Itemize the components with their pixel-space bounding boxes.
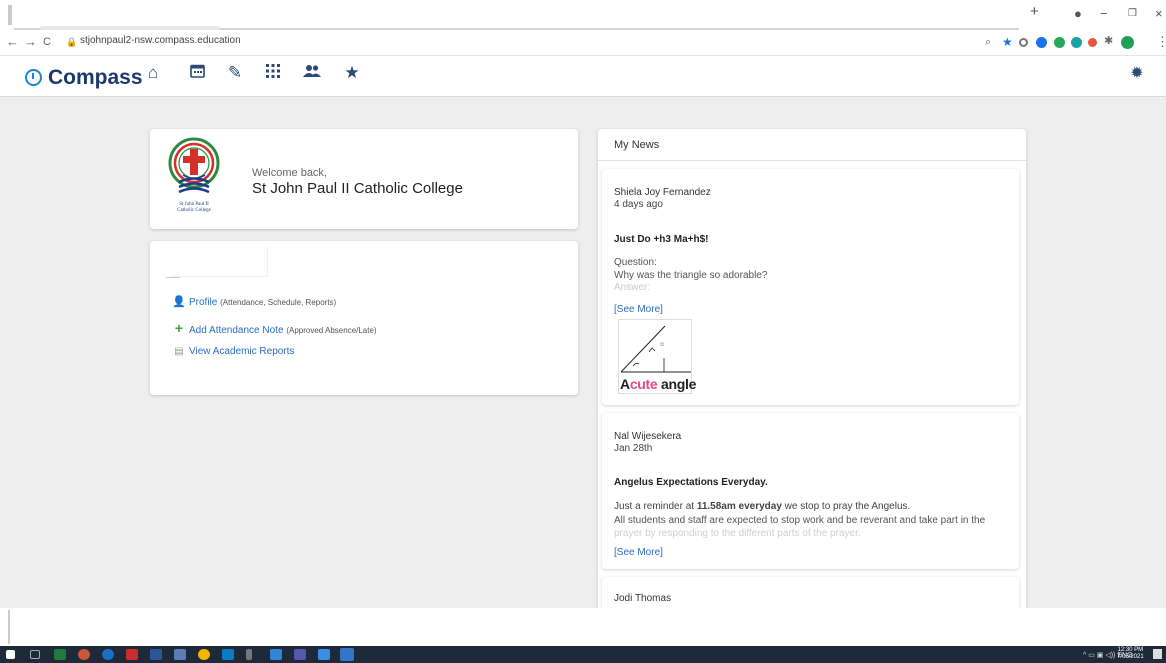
person-icon: 👤 bbox=[172, 296, 186, 308]
image-caption: A bbox=[620, 376, 630, 392]
news-body-line: Answer: bbox=[614, 282, 651, 293]
link-label[interactable]: View Academic Reports bbox=[189, 346, 294, 357]
edge-icon[interactable] bbox=[340, 648, 354, 661]
teams-icon[interactable] bbox=[294, 649, 306, 660]
home-icon[interactable]: ⌂ bbox=[142, 63, 164, 83]
taskbar-clock[interactable]: 12:30 PM 7/05/2021 bbox=[1117, 647, 1144, 661]
news-body-line: Just a reminder at 11.58am everyday we s… bbox=[614, 501, 910, 512]
tray-icons: ^ ▭ ▣ ◁)) bbox=[1083, 652, 1118, 659]
notification-icon[interactable] bbox=[1153, 649, 1162, 659]
news-date: 4 days ago bbox=[614, 199, 663, 210]
news-body-text: Just a reminder at bbox=[614, 501, 697, 512]
news-panel-title: My News bbox=[614, 139, 660, 151]
mail-icon[interactable] bbox=[222, 649, 234, 660]
link-view-academic-reports[interactable]: ▤ View Academic Reports bbox=[172, 346, 294, 357]
link-note: (Approved Absence/Late) bbox=[286, 326, 377, 335]
news-image[interactable]: ☺ Acute angle bbox=[618, 319, 696, 394]
image-caption: cute bbox=[629, 376, 658, 392]
star-icon[interactable]: ★ bbox=[341, 63, 363, 83]
extension-icon[interactable] bbox=[1054, 37, 1065, 48]
plus-icon: + bbox=[174, 320, 184, 336]
start-icon[interactable] bbox=[6, 650, 15, 659]
school-crest-logo: St John Paul II Catholic College bbox=[163, 135, 231, 225]
acrobat-icon[interactable] bbox=[126, 649, 138, 660]
news-author: Nal Wijesekera bbox=[614, 431, 682, 442]
gear-icon[interactable]: ✹ bbox=[1126, 63, 1148, 83]
internet-explorer-icon[interactable] bbox=[102, 649, 114, 660]
zoom-icon[interactable]: ⌕ bbox=[985, 36, 991, 49]
compass-logo-icon bbox=[25, 69, 42, 86]
extension-icon[interactable] bbox=[1088, 38, 1097, 47]
app-icon[interactable] bbox=[174, 649, 186, 660]
app-icon[interactable] bbox=[270, 649, 282, 660]
browser-menu-icon[interactable]: ⋮ bbox=[1156, 34, 1166, 50]
restore-icon[interactable]: ❐ bbox=[1128, 8, 1137, 19]
news-date: Jan 28th bbox=[614, 443, 653, 454]
excel-icon[interactable] bbox=[54, 649, 66, 660]
news-author: Jodi Thomas bbox=[614, 593, 672, 604]
bookmark-star-icon[interactable]: ★ bbox=[1002, 35, 1013, 49]
minimize-icon[interactable]: − bbox=[1100, 6, 1108, 21]
brand-name: Compass bbox=[48, 66, 143, 89]
news-headline: Angelus Expectations Everyday. bbox=[614, 477, 768, 488]
back-button[interactable]: ← bbox=[6, 34, 19, 49]
link-label[interactable]: Add Attendance Note bbox=[189, 325, 284, 336]
link-add-attendance-note[interactable]: + Add Attendance Note (Approved Absence/L… bbox=[172, 320, 377, 336]
app-header bbox=[0, 57, 1166, 97]
grid-icon[interactable] bbox=[262, 63, 284, 83]
extension-icon[interactable] bbox=[1019, 38, 1028, 47]
document-icon: ▤ bbox=[174, 346, 184, 357]
task-view-icon[interactable] bbox=[30, 650, 40, 659]
url-field[interactable]: stjohnpaul2-nsw.compass.education bbox=[80, 35, 241, 46]
image-caption: angle bbox=[657, 376, 697, 392]
link-note: (Attendance, Schedule, Reports) bbox=[220, 298, 337, 307]
app-icon[interactable] bbox=[78, 649, 90, 660]
divider bbox=[598, 160, 1026, 161]
pencil-icon[interactable]: ✎ bbox=[224, 63, 246, 83]
link-profile[interactable]: 👤 Profile (Attendance, Schedule, Reports) bbox=[172, 295, 336, 308]
chrome-icon[interactable] bbox=[198, 649, 210, 660]
news-headline: Just Do +h3 Ma+h$! bbox=[614, 234, 709, 245]
divider bbox=[166, 277, 180, 278]
school-name: St John Paul II Catholic College bbox=[252, 180, 463, 197]
welcome-greeting: Welcome back, bbox=[252, 167, 327, 179]
window-bottom-area bbox=[0, 608, 1166, 646]
word-icon[interactable] bbox=[150, 649, 162, 660]
extension-icon[interactable] bbox=[1036, 37, 1047, 48]
avatar-placeholder bbox=[172, 247, 268, 277]
news-body-line: Why was the triangle so adorable? bbox=[614, 270, 768, 281]
extension-icon[interactable] bbox=[1071, 37, 1082, 48]
lock-icon: 🔒 bbox=[66, 37, 78, 47]
news-body-emphasis: 11.58am everyday bbox=[696, 501, 782, 512]
scroll-edge bbox=[8, 610, 10, 644]
browser-tab[interactable] bbox=[8, 5, 12, 25]
close-icon[interactable]: × bbox=[1155, 6, 1163, 21]
usb-icon[interactable] bbox=[246, 649, 252, 660]
news-body-line: prayer by responding to the different pa… bbox=[614, 528, 861, 539]
photos-icon[interactable] bbox=[318, 649, 330, 660]
svg-text:☺: ☺ bbox=[659, 342, 665, 348]
news-body-line: Question: bbox=[614, 257, 657, 268]
crest-caption: Catholic College bbox=[177, 208, 211, 213]
record-icon[interactable]: ● bbox=[1074, 6, 1082, 21]
profile-avatar[interactable] bbox=[1121, 36, 1134, 49]
see-more-link[interactable]: [See More] bbox=[614, 547, 663, 558]
reload-button[interactable]: C bbox=[43, 36, 51, 48]
link-label[interactable]: Profile bbox=[189, 297, 217, 308]
compass-logo[interactable]: Compass bbox=[25, 66, 143, 90]
forward-button[interactable]: → bbox=[24, 34, 37, 49]
news-body-text: we stop to pray the Angelus. bbox=[781, 501, 911, 512]
news-body-line: All students and staff are expected to s… bbox=[614, 515, 986, 526]
clock-date: 7/05/2021 bbox=[1117, 654, 1144, 660]
people-icon[interactable] bbox=[301, 63, 323, 83]
news-author: Shiela Joy Fernandez bbox=[614, 187, 711, 198]
clock-time: 12:30 PM bbox=[1117, 647, 1144, 653]
new-tab-button[interactable]: + bbox=[1030, 3, 1039, 20]
see-more-link[interactable]: [See More] bbox=[614, 304, 663, 315]
puzzle-icon[interactable]: ✱ bbox=[1104, 34, 1113, 47]
calendar-icon[interactable] bbox=[186, 63, 208, 83]
